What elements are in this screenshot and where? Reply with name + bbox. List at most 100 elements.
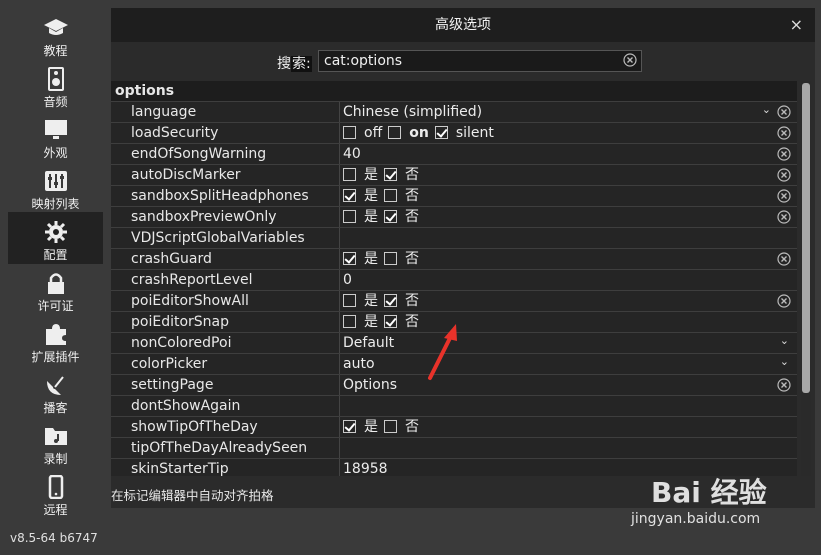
checkbox-option[interactable]: 是 [343, 291, 378, 311]
table-row[interactable]: dontShowAgain [111, 396, 797, 417]
search-clear-icon[interactable] [623, 53, 637, 67]
checkbox-option[interactable]: 是 [343, 207, 378, 227]
sidebar-item-label: 播客 [43, 401, 68, 415]
sidebar-item-2[interactable]: 外观 [8, 110, 103, 162]
checkbox[interactable] [343, 210, 356, 223]
table-row[interactable]: endOfSongWarning 40 [111, 144, 797, 165]
option-value[interactable]: 是否 [343, 207, 767, 227]
option-name: dontShowAgain [131, 398, 241, 414]
checkbox-option[interactable]: 是 [343, 165, 378, 185]
checkbox-option[interactable]: 是 [343, 312, 378, 332]
sidebar-item-label: 配置 [43, 248, 68, 262]
checkbox-option[interactable]: on [388, 123, 429, 143]
checkbox-option[interactable]: 是 [343, 417, 378, 437]
clear-icon[interactable] [777, 210, 791, 224]
table-row[interactable]: autoDiscMarker 是否 [111, 165, 797, 186]
scroll-thumb[interactable] [802, 83, 810, 393]
sidebar-item-5[interactable]: 许可证 [8, 263, 103, 315]
close-button[interactable]: × [790, 8, 803, 42]
checkbox-option[interactable]: 否 [384, 249, 419, 269]
checkbox[interactable] [384, 210, 397, 223]
checkbox[interactable] [343, 189, 356, 202]
sidebar-item-6[interactable]: 扩展插件 [8, 314, 103, 366]
checkbox[interactable] [343, 126, 356, 139]
clear-icon[interactable] [777, 252, 791, 266]
sidebar-item-0[interactable]: 教程 [8, 8, 103, 60]
sidebar-item-3[interactable]: 映射列表 [8, 161, 103, 213]
clear-icon[interactable] [777, 105, 791, 119]
table-row[interactable]: tipOfTheDayAlreadySeen [111, 438, 797, 459]
checkbox[interactable] [343, 252, 356, 265]
scrollbar[interactable] [801, 81, 811, 476]
checkbox-option[interactable]: 是 [343, 249, 378, 269]
option-value[interactable]: Chinese (simplified) [343, 102, 767, 122]
checkbox-label: 否 [405, 209, 419, 225]
clear-icon[interactable] [777, 189, 791, 203]
option-name: language [131, 104, 197, 120]
speaker-icon [43, 67, 69, 91]
table-row[interactable]: crashReportLevel 0 [111, 270, 797, 291]
checkbox[interactable] [343, 168, 356, 181]
chevron-down-icon[interactable]: ⌄ [762, 103, 771, 116]
checkbox[interactable] [384, 189, 397, 202]
table-row[interactable]: crashGuard 是否 [111, 249, 797, 270]
checkbox-option[interactable]: 否 [384, 312, 419, 332]
table-row[interactable]: loadSecurity off on silent [111, 123, 797, 144]
table-row[interactable]: showTipOfTheDay 是否 [111, 417, 797, 438]
checkbox-option[interactable]: 否 [384, 165, 419, 185]
checkbox[interactable] [384, 315, 397, 328]
chevron-down-icon[interactable]: ⌄ [780, 355, 789, 368]
option-value[interactable]: 是否 [343, 291, 767, 311]
checkbox[interactable] [343, 294, 356, 307]
checkbox[interactable] [343, 420, 356, 433]
clear-icon[interactable] [777, 378, 791, 392]
checkbox-option[interactable]: 否 [384, 186, 419, 206]
option-value[interactable]: auto [343, 354, 767, 374]
clear-icon[interactable] [777, 294, 791, 308]
checkbox[interactable] [434, 126, 448, 139]
checkbox[interactable] [384, 294, 397, 307]
clear-icon[interactable] [777, 168, 791, 182]
table-row[interactable]: VDJScriptGlobalVariables [111, 228, 797, 249]
checkbox[interactable] [384, 252, 397, 265]
column-divider [339, 396, 340, 416]
option-value[interactable]: 是否 [343, 165, 767, 185]
table-row[interactable]: sandboxSplitHeadphones 是否 [111, 186, 797, 207]
sidebar-item-9[interactable]: 远程 [8, 467, 103, 519]
checkbox-option[interactable]: 否 [384, 291, 419, 311]
option-value[interactable]: off on silent [343, 123, 767, 143]
option-value[interactable]: 0 [343, 270, 767, 290]
table-row[interactable]: poiEditorShowAll 是否 [111, 291, 797, 312]
option-value[interactable]: 是否 [343, 417, 767, 437]
table-row[interactable]: language Chinese (simplified) ⌄ [111, 102, 797, 123]
checkbox[interactable] [384, 168, 397, 181]
option-name: skinStarterTip [131, 461, 229, 476]
checkbox[interactable] [388, 126, 402, 139]
sidebar-item-8[interactable]: 录制 [8, 416, 103, 468]
clear-icon[interactable] [777, 147, 791, 161]
checkbox-option[interactable]: silent [434, 123, 494, 143]
clear-icon[interactable] [777, 126, 791, 140]
dialog-titlebar: 高级选项 × [111, 8, 815, 42]
dialog-title: 高级选项 [435, 17, 491, 33]
option-value[interactable]: 是否 [343, 312, 767, 332]
checkbox-option[interactable]: 是 [343, 186, 378, 206]
checkbox[interactable] [384, 420, 397, 433]
option-value[interactable]: Options [343, 375, 767, 395]
search-input[interactable] [324, 52, 614, 70]
checkbox-option[interactable]: 否 [384, 207, 419, 227]
sidebar-item-1[interactable]: 音频 [8, 59, 103, 111]
sidebar-item-7[interactable]: 播客 [8, 365, 103, 417]
checkbox-option[interactable]: off [343, 123, 382, 143]
option-value[interactable]: 是否 [343, 249, 767, 269]
checkbox-option[interactable]: 否 [384, 417, 419, 437]
checkbox[interactable] [343, 315, 356, 328]
option-value[interactable]: Default [343, 333, 767, 353]
sidebar-item-4[interactable]: 配置 [8, 212, 103, 264]
option-value[interactable]: 是否 [343, 186, 767, 206]
option-value[interactable]: 40 [343, 144, 767, 164]
column-divider [339, 312, 340, 332]
chevron-down-icon[interactable]: ⌄ [780, 334, 789, 347]
option-name: crashGuard [131, 251, 212, 267]
table-row[interactable]: sandboxPreviewOnly 是否 [111, 207, 797, 228]
